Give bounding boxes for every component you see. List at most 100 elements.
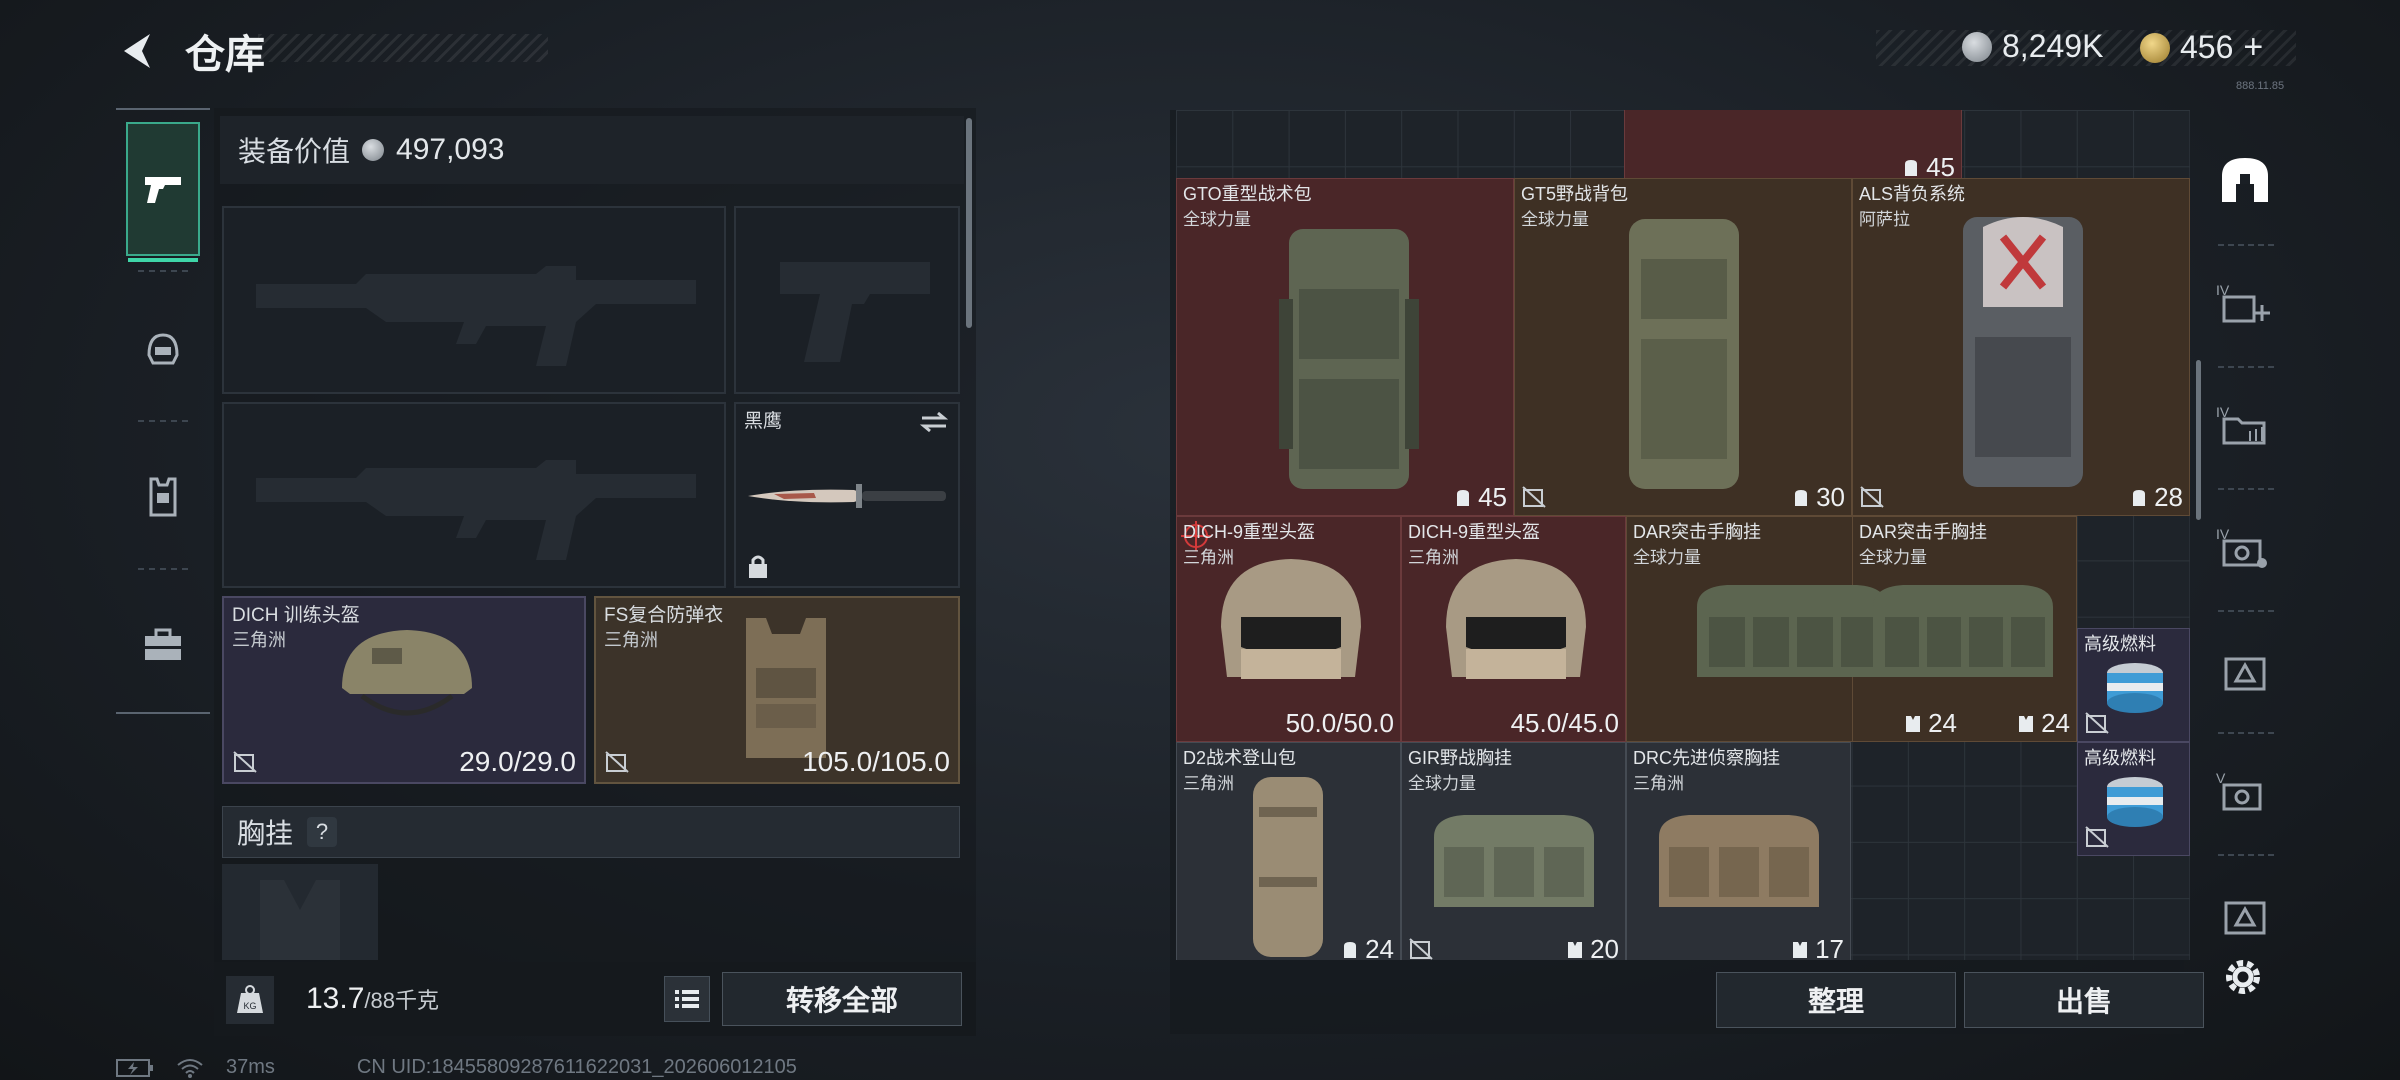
loadout-scrollbar[interactable] [966,118,972,328]
item-capacity: 45 [1454,482,1507,513]
current-weight: 13.7 [306,982,365,1015]
item-origin: 全球力量 [1521,210,1589,229]
stash-item[interactable]: DICH-9重型头盔 三角洲 50.0/50.0 [1176,516,1401,742]
item-durability: 50.0/50.0 [1285,708,1394,738]
svg-text:KG: KG [243,1001,256,1011]
gold-coin-icon [2140,32,2170,63]
backpack-icon [1253,777,1323,957]
stash-item[interactable]: DRC先进侦察胸挂 三角洲 17 [1626,742,1851,960]
stash-item[interactable]: DICH-9重型头盔 三角洲 45.0/45.0 [1401,516,1626,742]
warehouse-icon [2222,158,2268,202]
chest-rig-icon [1659,815,1819,907]
secondary-weapon-slot[interactable] [222,402,726,588]
helmet-icon [147,333,179,365]
tab-weapons[interactable] [126,122,200,262]
status-bar: 37ms CN UID:18455809287611622031_2026060… [116,1056,797,1079]
stash-scrollbar[interactable] [2196,360,2201,520]
stash-item[interactable]: GIR野战胸挂 全球力量 20 [1401,742,1626,960]
warning-crate-icon [2224,657,2266,691]
item-capacity: 20 [1566,934,1619,960]
heavy-helmet-icon [1446,559,1586,679]
melee-slot[interactable]: 黑鹰 [734,402,960,588]
list-view-button[interactable] [664,976,710,1022]
stash-item[interactable]: GT5野战背包 全球力量 30 [1514,178,1852,516]
gear-icon[interactable] [2220,954,2266,1000]
no-insurance-icon [1409,938,1433,960]
item-capacity: 24 [1904,708,1957,739]
stash-grid[interactable]: 45 GTO重型战术包 全球力量 45 GT5野战背包 全球力量 30 ALS背… [1176,110,2190,960]
tab-helmet[interactable] [126,282,200,416]
back-arrow-icon[interactable] [112,26,162,76]
item-capacity: 30 [1792,482,1845,513]
body-armor-icon [746,618,826,758]
version-label: 888.11.85 [2236,80,2285,92]
backpack-capacity-icon [1344,941,1357,958]
item-name: DAR突击手胸挂 [1633,522,1762,542]
rig-capacity-icon [1793,941,1808,958]
stash-item[interactable]: GTO重型战术包 全球力量 45 [1176,178,1514,516]
item-durability: 45.0/45.0 [1510,708,1619,738]
item-origin: 全球力量 [1859,548,1927,567]
stash-item-partial[interactable]: 45 [1624,110,1962,186]
item-origin: 阿萨拉 [1859,210,1910,229]
helmet-durability: 29.0/29.0 [459,746,576,777]
item-name: GIR野战胸挂 [1408,748,1513,768]
transfer-all-button[interactable]: 转移全部 [722,972,962,1026]
silver-amount: 8,249K [2002,28,2104,64]
rig-capacity-icon [1568,941,1583,958]
gold-amount: 456 [2180,29,2234,65]
silver-coin-icon [362,139,385,161]
item-name: D2战术登山包 [1183,748,1297,768]
item-origin: 全球力量 [1408,774,1476,793]
stash-item[interactable]: 高级燃料 [2077,628,2190,742]
chest-rig-slot[interactable] [222,864,378,960]
tab-armor[interactable] [126,430,200,564]
stash-item[interactable]: 高级燃料 [2077,742,2190,856]
sidearm-slot[interactable] [734,206,960,394]
armor-origin: 三角洲 [604,630,658,650]
primary-weapon-slot[interactable] [222,206,726,394]
training-helmet-icon [342,630,472,716]
filter-tier-c[interactable]: IV [2210,496,2280,606]
rig-capacity-icon [2019,715,2034,732]
kg-weight-icon: KG [226,976,274,1024]
wifi-icon [177,1058,203,1078]
filter-tier-b[interactable]: IV [2210,374,2280,484]
max-weight: /88千克 [364,988,439,1013]
swap-icon[interactable] [918,410,950,434]
filter-tier-e[interactable]: V [2210,740,2280,850]
list-icon [675,990,699,1008]
chest-rig-silhouette-icon [260,880,340,960]
filter-all[interactable] [2210,124,2280,234]
sort-button[interactable]: 整理 [1716,972,1956,1028]
item-origin: 三角洲 [1183,548,1234,567]
rig-capacity-icon [1906,715,1921,732]
helmet-slot[interactable]: DICH 训练头盔 三角洲 29.0/29.0 [222,596,586,784]
category-rail [116,108,210,714]
heavy-helmet-icon [1221,559,1361,679]
item-capacity: 24 [2017,708,2070,739]
item-capacity: 24 [1341,934,1394,960]
sell-button[interactable]: 出售 [1964,972,2204,1028]
gold-currency[interactable]: 456 + [2140,28,2263,67]
tab-case[interactable] [126,578,200,712]
item-name: 高级燃料 [2084,634,2156,654]
stash-item[interactable]: ALS背负系统 阿萨拉 28 [1852,178,2190,516]
helmet-origin: 三角洲 [232,630,286,650]
help-button[interactable]: ? [307,817,338,847]
stash-item[interactable]: D2战术登山包 三角洲 24 [1176,742,1401,960]
filter-tier-d[interactable] [2210,618,2280,728]
armor-slot[interactable]: FS复合防弹衣 三角洲 105.0/105.0 [594,596,960,784]
equipment-value: 497,093 [396,133,505,166]
fuel-can-icon [2107,777,2163,827]
add-currency-button[interactable]: + [2243,28,2263,67]
stash-item[interactable]: DAR突击手胸挂 全球力量 24 [1852,516,2077,742]
item-origin: 三角洲 [1633,774,1684,793]
backpack-icon [1279,229,1419,489]
item-name: GTO重型战术包 [1183,184,1312,204]
item-name: GT5野战背包 [1521,184,1629,204]
filter-tier-a[interactable]: IV [2210,252,2280,362]
backpack-capacity-icon [1905,159,1918,176]
item-name: DICH-9重型头盔 [1183,522,1316,542]
no-insurance-icon [2085,826,2109,848]
